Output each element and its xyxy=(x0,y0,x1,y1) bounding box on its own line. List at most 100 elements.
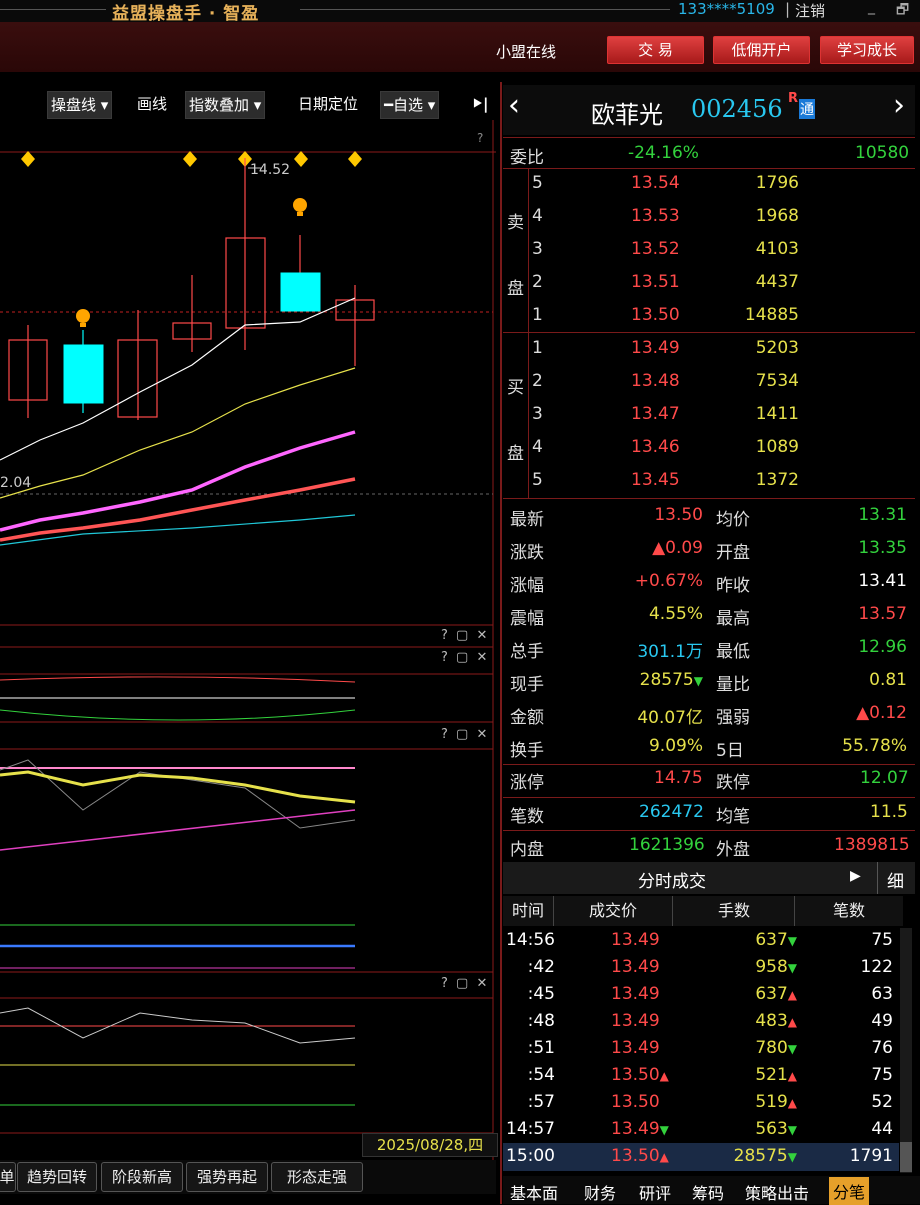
tick-count: 76 xyxy=(871,1038,893,1058)
buy-level: 5 xyxy=(532,470,543,490)
tick-volume: 521▲ xyxy=(755,1065,797,1085)
tick-price: 13.50 xyxy=(611,1092,660,1112)
open-account-button[interactable]: 低佣开户 xyxy=(713,36,810,64)
stat-value: 13.35 xyxy=(858,538,907,558)
sell-volume: 1968 xyxy=(755,206,799,226)
col-volume[interactable]: 手数 xyxy=(674,896,795,926)
col-count[interactable]: 笔数 xyxy=(796,896,902,926)
avg-per-trade-label: 均笔 xyxy=(716,807,750,827)
stat-value: 0.81 xyxy=(869,670,907,690)
strategy-tab-pattern[interactable]: 形态走强 xyxy=(271,1162,363,1192)
stat-value: 4.55% xyxy=(648,604,703,624)
trades-count-label: 笔数 xyxy=(510,807,544,827)
stat-label: 最低 xyxy=(716,642,750,662)
trade-button[interactable]: 交 易 xyxy=(607,36,704,64)
strategy-tab-0[interactable]: 单 xyxy=(0,1162,16,1192)
stock-header: ‹ 欧菲光 002456 R 通 › xyxy=(503,85,915,135)
tab-chips[interactable]: 筹码 xyxy=(692,1180,724,1204)
learn-button[interactable]: 学习成长 xyxy=(820,36,914,64)
tick-count: 75 xyxy=(871,1065,893,1085)
sell-label-2: 盘 xyxy=(507,279,524,299)
tick-price: 13.49▼ xyxy=(611,1119,669,1139)
avg-per-trade-value: 11.5 xyxy=(870,802,908,822)
info-tabs: 基本面 财务 研评 筹码 策略出击 分笔 xyxy=(503,1176,920,1205)
buy-volume: 5203 xyxy=(755,338,799,358)
minimize-icon[interactable]: _ xyxy=(868,0,875,15)
tick-time: :48 xyxy=(527,1011,555,1031)
limit-down-label: 跌停 xyxy=(716,773,750,793)
account-id[interactable]: 133****5109 xyxy=(678,0,775,18)
logout-link[interactable]: 注销 xyxy=(795,0,825,21)
tick-time: :51 xyxy=(527,1038,555,1058)
trading-line-dropdown[interactable]: 操盘线 ▾ xyxy=(47,91,113,119)
strategy-tab-trend-reverse[interactable]: 趋势回转 xyxy=(17,1162,97,1192)
weibi-label: 委比 xyxy=(510,148,544,168)
stat-label: 最高 xyxy=(716,609,750,629)
inner-value: 1621396 xyxy=(629,835,705,855)
stat-value: 28575▼ xyxy=(639,670,703,690)
sell-level: 4 xyxy=(532,206,543,226)
buy-price: 13.48 xyxy=(631,371,680,391)
watchlist-dropdown[interactable]: ━自选 ▾ xyxy=(380,91,440,119)
tab-finance[interactable]: 财务 xyxy=(584,1180,616,1204)
sell-price: 13.54 xyxy=(631,173,680,193)
stat-value: 9.09% xyxy=(648,736,703,756)
play-icon[interactable]: ▶ xyxy=(850,868,861,884)
tick-count: 44 xyxy=(871,1119,893,1139)
tab-research[interactable]: 研评 xyxy=(639,1180,671,1204)
stock-name: 欧菲光 xyxy=(591,101,663,129)
online-service-link[interactable]: 小盟在线 xyxy=(496,41,556,62)
stat-value: 13.31 xyxy=(858,505,907,525)
date-locate-button[interactable]: 日期定位 xyxy=(295,91,361,117)
tick-price: 13.50▲ xyxy=(611,1065,669,1085)
tick-scroll-thumb[interactable] xyxy=(900,1142,912,1172)
col-time[interactable]: 时间 xyxy=(503,896,554,926)
stat-label: 量比 xyxy=(716,675,750,695)
stat-label: 现手 xyxy=(510,675,544,695)
buy-label-2: 盘 xyxy=(507,444,524,464)
outer-label: 外盘 xyxy=(716,840,750,860)
stat-label: 最新 xyxy=(510,510,544,530)
col-price[interactable]: 成交价 xyxy=(554,896,673,926)
prev-stock-icon[interactable]: ‹ xyxy=(508,89,520,123)
tick-time: 14:57 xyxy=(506,1119,555,1139)
tick-count: 49 xyxy=(871,1011,893,1031)
stat-label: 涨跌 xyxy=(510,543,544,563)
strategy-tab-strong-rise[interactable]: 强势再起 xyxy=(186,1162,268,1192)
tick-count: 63 xyxy=(871,984,893,1004)
sell-level: 2 xyxy=(532,272,543,292)
tick-price: 13.49 xyxy=(611,1011,660,1031)
tick-columns: 时间 成交价 手数 笔数 xyxy=(503,896,903,926)
title-divider-right xyxy=(300,9,670,10)
tick-volume: 637▼ xyxy=(755,930,797,950)
tick-scrollbar[interactable] xyxy=(900,928,912,1173)
draw-line-button[interactable]: 画线 xyxy=(134,91,170,117)
limit-up-value: 14.75 xyxy=(654,768,703,788)
index-overlay-dropdown[interactable]: 指数叠加 ▾ xyxy=(185,91,266,119)
buy-level: 2 xyxy=(532,371,543,391)
tick-row-selected[interactable] xyxy=(503,1143,899,1171)
detail-button[interactable]: 细 xyxy=(887,867,904,892)
quote-panel xyxy=(500,82,920,1204)
collapse-icon[interactable]: ⯈| xyxy=(468,91,491,117)
tick-price: 13.49 xyxy=(611,957,660,977)
tick-time: :57 xyxy=(527,1092,555,1112)
restore-icon[interactable]: 🗗 xyxy=(896,0,909,23)
buy-label-1: 买 xyxy=(507,378,524,398)
tab-fundamentals[interactable]: 基本面 xyxy=(510,1180,558,1204)
tick-volume: 563▼ xyxy=(755,1119,797,1139)
stat-label: 5日 xyxy=(716,741,744,761)
tab-strategy[interactable]: 策略出击 xyxy=(745,1180,809,1204)
stat-label: 换手 xyxy=(510,741,544,761)
tick-price: 13.49 xyxy=(611,1038,660,1058)
sell-price: 13.53 xyxy=(631,206,680,226)
tick-volume: 780▼ xyxy=(755,1038,797,1058)
signal-diamonds xyxy=(21,151,362,167)
tick-price: 13.49 xyxy=(611,930,660,950)
next-stock-icon[interactable]: › xyxy=(893,89,905,123)
tab-ticks[interactable]: 分笔 xyxy=(829,1177,870,1205)
strategy-tab-new-high[interactable]: 阶段新高 xyxy=(101,1162,183,1192)
stock-code: 002456 xyxy=(691,95,783,123)
tick-price: 13.49 xyxy=(611,984,660,1004)
chart-toolbar: 操盘线 ▾ 画线 指数叠加 ▾ 日期定位 ━自选 ▾ ⯈| xyxy=(0,90,496,120)
